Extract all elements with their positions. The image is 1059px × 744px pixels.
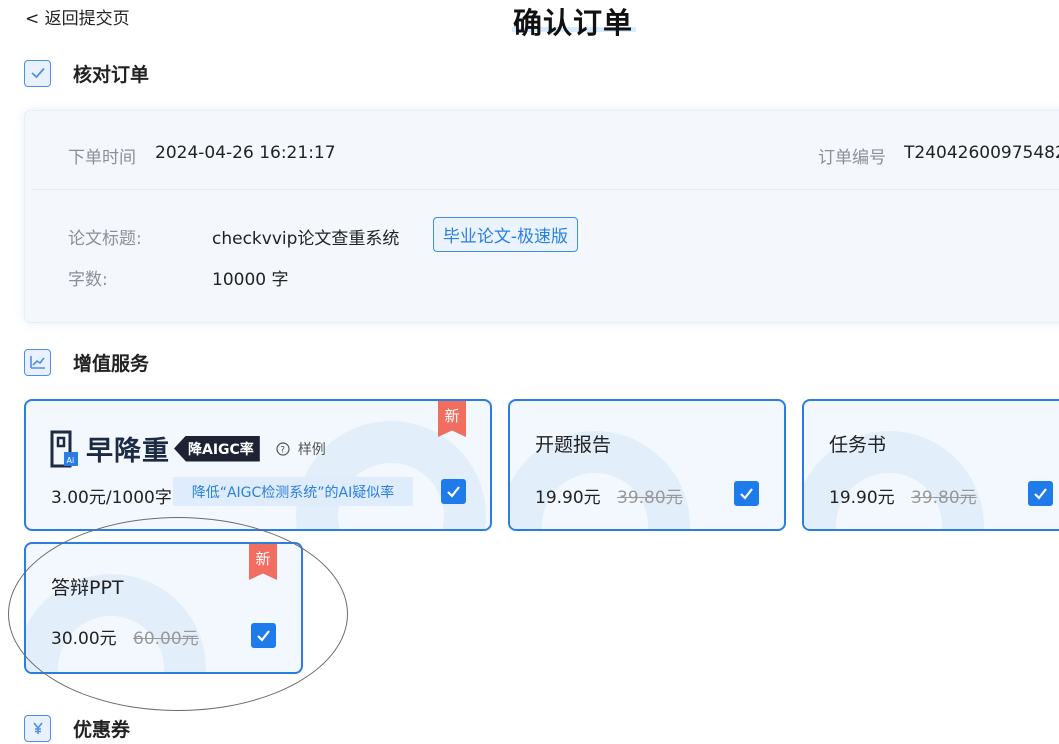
- service-checkbox[interactable]: [1028, 481, 1053, 506]
- coupon-ticket-icon: [24, 714, 51, 742]
- new-badge: 新: [249, 544, 277, 580]
- section-title: 优惠券: [73, 718, 131, 741]
- help-circle-icon: ?: [276, 441, 290, 456]
- service-price: 3.00元/1000字: [51, 488, 172, 508]
- page-title: 确认订单: [513, 6, 634, 40]
- section-value-added: 增值服务: [24, 346, 149, 378]
- checkmark-icon: [740, 488, 753, 500]
- order-time-value: 2024-04-26 16:21:17: [155, 143, 336, 163]
- service-old-price: 39.80元: [911, 488, 977, 508]
- order-time-label: 下单时间: [68, 148, 136, 168]
- back-link[interactable]: < 返回提交页: [25, 4, 130, 29]
- checkmark-icon: [447, 486, 460, 498]
- checkmark-icon: [257, 630, 270, 642]
- new-badge: 新: [438, 401, 466, 437]
- section-coupon: 优惠券: [24, 712, 130, 744]
- service-card-proposal[interactable]: 开题报告 19.90元 39.80元: [508, 399, 786, 531]
- section-title: 增值服务: [73, 352, 150, 375]
- service-card-task-book[interactable]: 任务书 19.90元 39.80元: [802, 399, 1059, 531]
- service-title: 答辩PPT: [51, 577, 124, 599]
- section-title: 核对订单: [73, 63, 150, 86]
- service-price: 30.00元: [51, 629, 117, 649]
- service-title: 开题报告: [535, 434, 612, 456]
- document-check-icon: [24, 59, 51, 87]
- trend-chart-icon: [24, 348, 51, 376]
- service-description: 降低“AIGC检测系统”的AI疑似率: [173, 477, 413, 506]
- logo-text: 早降重: [86, 436, 170, 467]
- word-count-value: 10000 字: [212, 270, 289, 290]
- service-checkbox[interactable]: [441, 479, 466, 504]
- edition-tag: 毕业论文-极速版: [433, 217, 578, 252]
- service-title: 任务书: [829, 434, 887, 456]
- service-old-price: 39.80元: [617, 488, 683, 508]
- svg-text:?: ?: [280, 445, 285, 455]
- checkmark-icon: [1034, 488, 1047, 500]
- sample-label: 样例: [297, 441, 326, 458]
- word-count-label: 字数:: [68, 270, 108, 290]
- service-checkbox[interactable]: [734, 481, 759, 506]
- svg-text:Ai: Ai: [67, 456, 75, 465]
- service-card-defense-ppt[interactable]: 新 答辩PPT 30.00元 60.00元: [24, 542, 303, 674]
- order-number-value: T240426009754825: [904, 143, 1059, 163]
- service-card-rewrite[interactable]: 新 Ai 早降重 降AIGC率 ? 样例 3.00元/1000字: [24, 399, 492, 531]
- service-price: 19.90元: [829, 488, 895, 508]
- section-verify-order: 核对订单: [24, 57, 149, 89]
- service-price: 19.90元: [535, 488, 601, 508]
- divider: [32, 189, 1059, 190]
- rewrite-logo-icon: Ai: [50, 430, 78, 467]
- paper-title-label: 论文标题:: [68, 229, 142, 249]
- sample-link[interactable]: ? 样例: [276, 439, 326, 459]
- service-checkbox[interactable]: [251, 623, 276, 648]
- aigc-tag: 降AIGC率: [174, 435, 260, 462]
- paper-title-value: checkvvip论文查重系统: [212, 229, 400, 249]
- rewrite-logo: Ai 早降重 降AIGC率 ? 样例: [50, 429, 326, 468]
- service-old-price: 60.00元: [133, 629, 199, 649]
- order-number-label: 订单编号: [818, 148, 886, 168]
